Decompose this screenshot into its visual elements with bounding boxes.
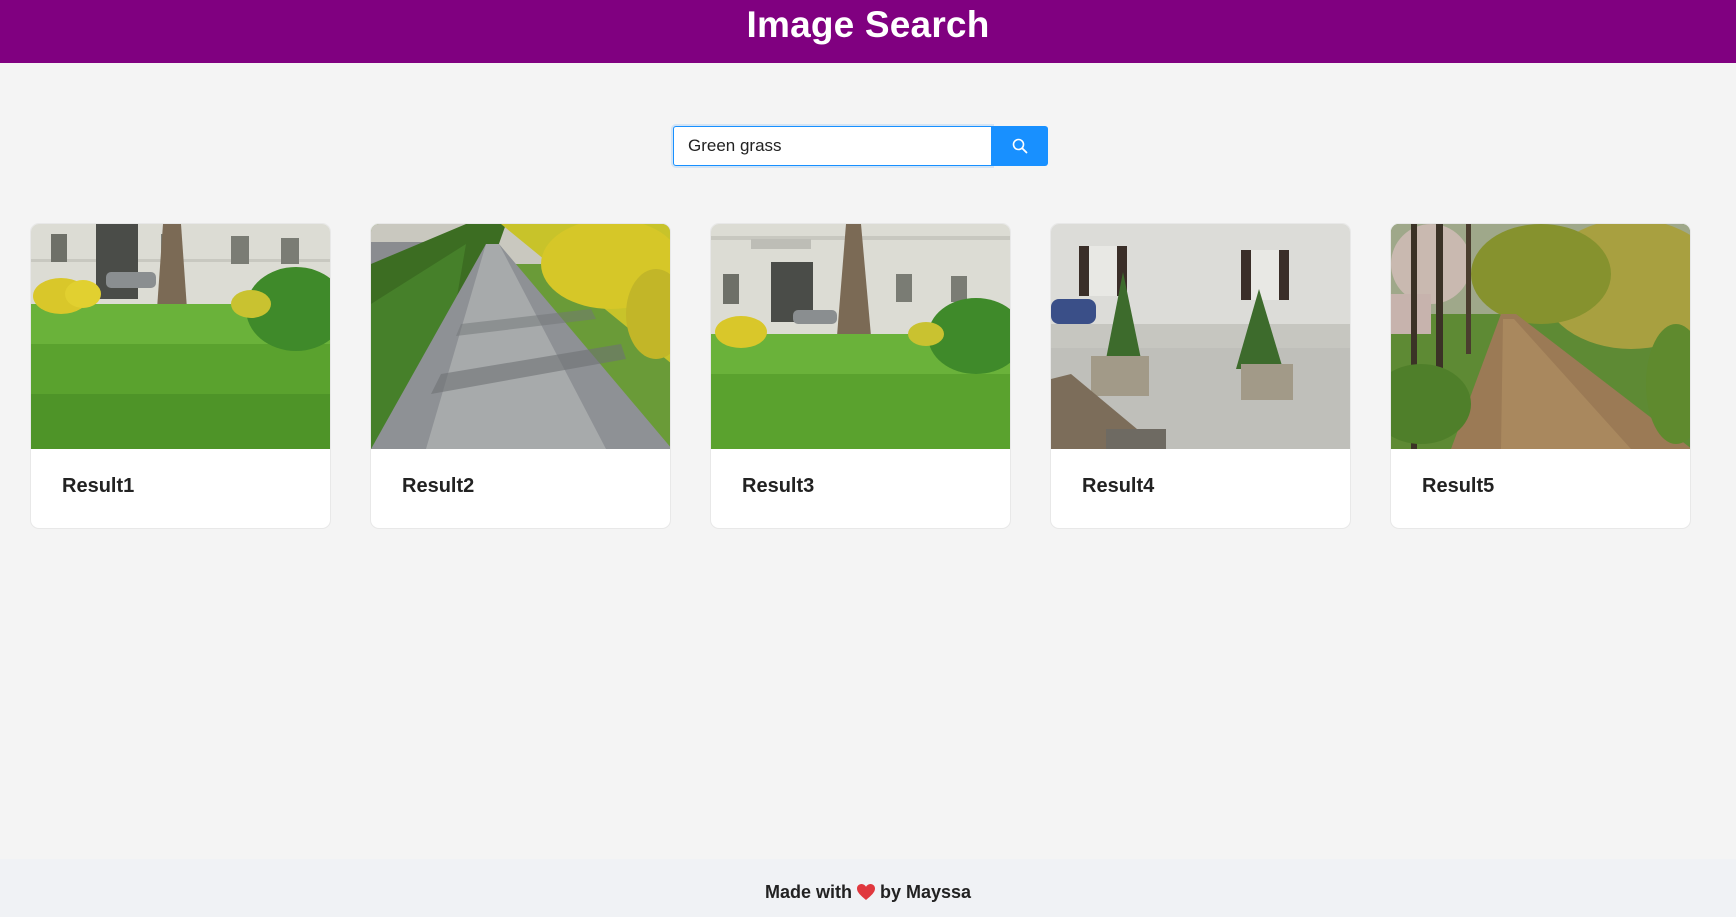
results-grid: Result1 Result2 Result3 Result4 Result5: [30, 223, 1691, 529]
result-title: Result3: [742, 475, 815, 497]
search-icon: [1012, 138, 1028, 154]
footer-text-before: Made with: [764, 881, 852, 902]
result-image[interactable]: [1051, 224, 1351, 449]
result-card[interactable]: Result1: [30, 223, 331, 529]
heart-icon: [856, 883, 876, 901]
result-title: Result5: [1422, 475, 1495, 497]
app-header: Image Search: [0, 0, 1736, 63]
search-input[interactable]: [673, 126, 992, 166]
search-bar: [673, 126, 1048, 166]
result-title: Result1: [62, 475, 135, 497]
result-title: Result2: [402, 475, 475, 497]
result-image[interactable]: [711, 224, 1011, 449]
result-card[interactable]: Result3: [710, 223, 1011, 529]
result-card[interactable]: Result4: [1050, 223, 1351, 529]
footer-text-after: by Mayssa: [879, 881, 972, 902]
result-image[interactable]: [1391, 224, 1691, 449]
result-image[interactable]: [371, 224, 671, 449]
page-title: Image Search: [746, 4, 990, 45]
footer: Made with by Mayssa: [0, 859, 1736, 917]
result-title: Result4: [1082, 475, 1155, 497]
result-image[interactable]: [31, 224, 331, 449]
search-button[interactable]: [992, 126, 1048, 166]
result-card[interactable]: Result5: [1390, 223, 1691, 529]
result-card[interactable]: Result2: [370, 223, 671, 529]
